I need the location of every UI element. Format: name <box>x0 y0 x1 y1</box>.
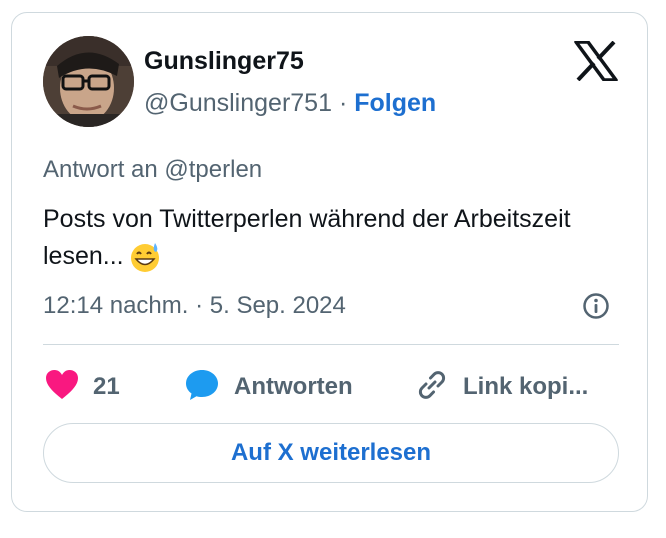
handle-separator: · <box>338 89 348 117</box>
author-handle-row: @Gunslinger751 · Folgen <box>144 89 436 118</box>
author-name[interactable]: Gunslinger75 <box>144 47 304 76</box>
heart-icon <box>45 369 79 406</box>
reply-button[interactable]: Antworten <box>184 368 353 406</box>
follow-button[interactable]: Folgen <box>354 89 436 117</box>
x-logo-icon[interactable] <box>574 40 618 82</box>
reply-to-label[interactable]: Antwort an @tperlen <box>43 156 262 184</box>
copy-link-button[interactable]: Link kopi... <box>415 368 588 406</box>
speech-bubble-icon <box>184 368 220 407</box>
read-more-on-x-button[interactable]: Auf X weiterlesen <box>43 423 619 483</box>
post-text-container: Posts von Twitterperlen während der Arbe… <box>43 201 583 275</box>
reply-label: Antworten <box>234 373 353 400</box>
post-text: Posts von Twitterperlen während der Arbe… <box>43 205 571 270</box>
embedded-post-card: Gunslinger75 @Gunslinger751 · Folgen Ant… <box>11 12 648 512</box>
author-handle[interactable]: @Gunslinger751 <box>144 89 332 117</box>
copy-link-label: Link kopi... <box>463 373 589 400</box>
avatar-image <box>43 36 134 127</box>
author-avatar[interactable] <box>43 36 134 127</box>
grinning-face-with-sweat-emoji <box>128 240 162 274</box>
post-timestamp[interactable]: 12:14 nachm. · 5. Sep. 2024 <box>43 292 346 320</box>
like-count: 21 <box>93 373 120 400</box>
link-icon <box>415 368 449 407</box>
divider <box>43 344 619 345</box>
like-button[interactable]: 21 <box>45 368 120 406</box>
info-icon[interactable] <box>582 292 610 320</box>
